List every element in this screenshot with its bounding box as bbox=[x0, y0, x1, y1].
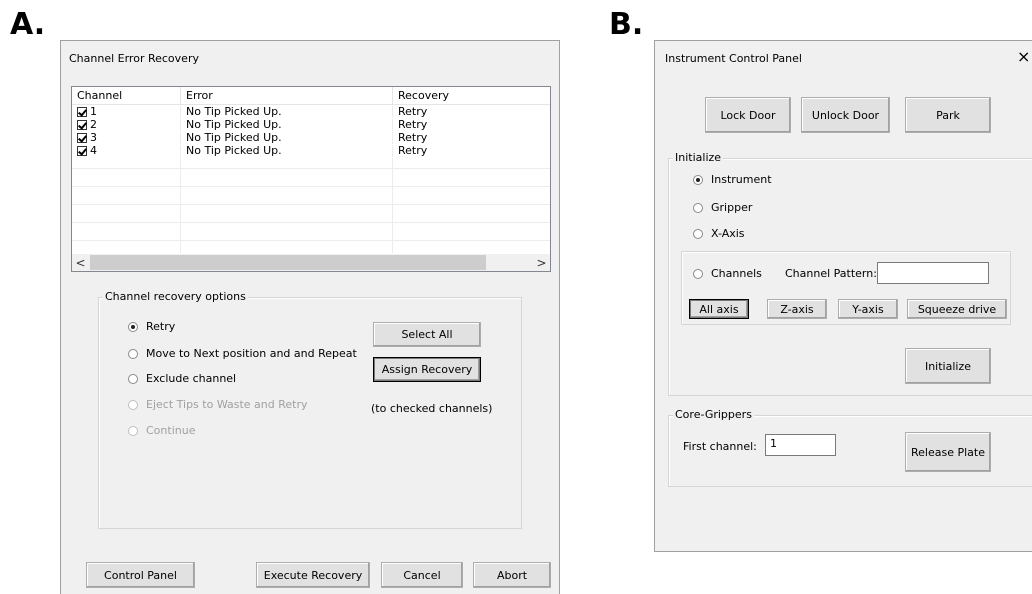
radio-icon bbox=[128, 425, 138, 436]
channel-pattern-input[interactable] bbox=[877, 262, 989, 284]
channel-cell: 3 bbox=[90, 131, 97, 144]
scroll-right-icon[interactable]: > bbox=[533, 254, 550, 271]
scrollbar-thumb[interactable] bbox=[90, 255, 486, 270]
radio-icon bbox=[693, 228, 703, 239]
radio-label: Continue bbox=[146, 424, 196, 437]
y-axis-button[interactable]: Y-axis bbox=[838, 299, 898, 319]
squeeze-drive-button[interactable]: Squeeze drive bbox=[907, 299, 1007, 319]
recovery-cell: Retry bbox=[398, 105, 428, 118]
window-title: Instrument Control Panel bbox=[665, 52, 802, 65]
first-channel-input[interactable]: 1 bbox=[765, 434, 836, 456]
radio-label: Move to Next position and and Repeat bbox=[146, 347, 357, 360]
table-row[interactable]: 1 No Tip Picked Up. Retry bbox=[72, 106, 550, 118]
lock-door-button[interactable]: Lock Door bbox=[705, 97, 791, 133]
abort-button[interactable]: Abort bbox=[473, 562, 551, 588]
channel-cell: 1 bbox=[90, 105, 97, 118]
radio-icon bbox=[128, 399, 138, 410]
assign-recovery-button[interactable]: Assign Recovery bbox=[373, 357, 481, 382]
table-header: Channel Error Recovery bbox=[72, 87, 550, 105]
table-row[interactable]: 2 No Tip Picked Up. Retry bbox=[72, 119, 550, 131]
all-axis-button[interactable]: All axis bbox=[689, 299, 749, 319]
channel-error-recovery-window: Channel Error Recovery Channel Error Rec… bbox=[60, 40, 560, 594]
radio-move-next[interactable]: Move to Next position and and Repeat bbox=[128, 347, 357, 360]
radio-x-axis[interactable]: X-Axis bbox=[693, 227, 745, 240]
horizontal-scrollbar[interactable]: < > bbox=[72, 254, 550, 271]
column-header-channel[interactable]: Channel bbox=[72, 87, 181, 104]
radio-eject-tips[interactable]: Eject Tips to Waste and Retry bbox=[128, 398, 308, 411]
radio-gripper[interactable]: Gripper bbox=[693, 201, 752, 214]
radio-icon bbox=[128, 373, 138, 384]
radio-icon bbox=[693, 268, 703, 279]
radio-selected-icon bbox=[693, 174, 703, 185]
radio-icon bbox=[693, 202, 703, 213]
group-label: Core-Grippers bbox=[673, 408, 754, 421]
initialize-button[interactable]: Initialize bbox=[905, 348, 991, 384]
radio-retry[interactable]: Retry bbox=[128, 320, 175, 333]
control-panel-button[interactable]: Control Panel bbox=[86, 562, 195, 588]
radio-exclude-channel[interactable]: Exclude channel bbox=[128, 372, 236, 385]
radio-label: Retry bbox=[146, 320, 176, 333]
radio-label: Instrument bbox=[711, 173, 772, 186]
release-plate-button[interactable]: Release Plate bbox=[905, 432, 991, 472]
radio-selected-icon bbox=[128, 321, 138, 332]
radio-label: Eject Tips to Waste and Retry bbox=[146, 398, 308, 411]
channel-cell: 4 bbox=[90, 144, 97, 157]
recovery-cell: Retry bbox=[398, 118, 428, 131]
error-cell: No Tip Picked Up. bbox=[181, 145, 393, 157]
recovery-cell: Retry bbox=[398, 144, 428, 157]
radio-continue[interactable]: Continue bbox=[128, 424, 195, 437]
radio-label: Gripper bbox=[711, 201, 753, 214]
column-header-recovery[interactable]: Recovery bbox=[393, 87, 550, 104]
radio-channels[interactable]: Channels bbox=[693, 267, 762, 280]
cancel-button[interactable]: Cancel bbox=[381, 562, 463, 588]
scroll-left-icon[interactable]: < bbox=[72, 254, 89, 271]
column-header-error[interactable]: Error bbox=[181, 87, 393, 104]
row-checkbox[interactable] bbox=[77, 133, 87, 143]
execute-recovery-button[interactable]: Execute Recovery bbox=[256, 562, 370, 588]
group-label: Initialize bbox=[673, 151, 724, 164]
error-cell: No Tip Picked Up. bbox=[181, 132, 393, 144]
channel-error-table[interactable]: Channel Error Recovery 1 No Tip Picked U… bbox=[71, 86, 551, 272]
error-cell: No Tip Picked Up. bbox=[181, 119, 393, 131]
first-channel-label: First channel: bbox=[683, 440, 757, 453]
radio-label: X-Axis bbox=[711, 227, 745, 240]
z-axis-button[interactable]: Z-axis bbox=[767, 299, 827, 319]
to-checked-channels-note: (to checked channels) bbox=[371, 402, 493, 415]
row-checkbox[interactable] bbox=[77, 120, 87, 130]
channel-cell: 2 bbox=[90, 118, 97, 131]
radio-icon bbox=[128, 348, 138, 359]
instrument-control-panel-window: Instrument Control Panel × Lock Door Unl… bbox=[654, 40, 1032, 552]
empty-rows bbox=[72, 158, 550, 253]
panel-label-b: B. bbox=[609, 7, 644, 42]
group-label: Channel recovery options bbox=[103, 290, 248, 303]
panel-label-a: A. bbox=[10, 7, 46, 42]
error-cell: No Tip Picked Up. bbox=[181, 106, 393, 118]
row-checkbox[interactable] bbox=[77, 107, 87, 117]
park-button[interactable]: Park bbox=[905, 97, 991, 133]
table-row[interactable]: 4 No Tip Picked Up. Retry bbox=[72, 145, 550, 157]
select-all-button[interactable]: Select All bbox=[373, 322, 481, 347]
radio-instrument[interactable]: Instrument bbox=[693, 173, 772, 186]
radio-label: Exclude channel bbox=[146, 372, 237, 385]
table-row[interactable]: 3 No Tip Picked Up. Retry bbox=[72, 132, 550, 144]
unlock-door-button[interactable]: Unlock Door bbox=[801, 97, 890, 133]
row-checkbox[interactable] bbox=[77, 146, 87, 156]
close-icon[interactable]: × bbox=[1017, 47, 1030, 66]
window-title: Channel Error Recovery bbox=[69, 52, 199, 65]
channel-pattern-label: Channel Pattern: bbox=[785, 267, 877, 280]
radio-label: Channels bbox=[711, 267, 762, 280]
recovery-cell: Retry bbox=[398, 131, 428, 144]
